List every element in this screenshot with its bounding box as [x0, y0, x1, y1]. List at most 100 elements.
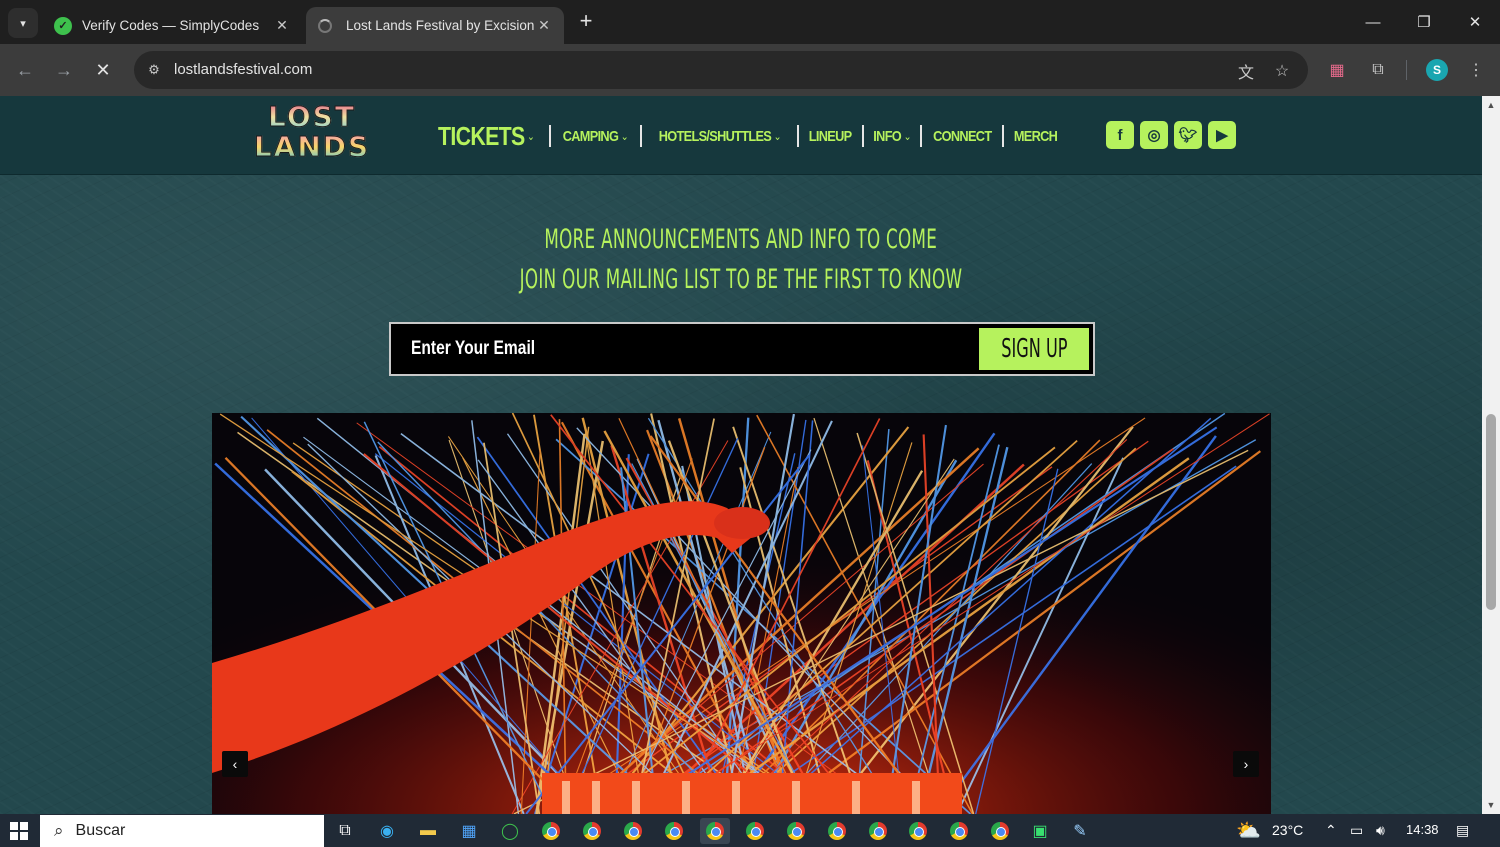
tab-title: Verify Codes — SimplyCodes: [82, 18, 260, 33]
page-scrollbar[interactable]: ▲ ▼: [1482, 96, 1500, 814]
slide-next-arrow-icon[interactable]: ›: [1233, 751, 1259, 777]
chrome-window-icon[interactable]: [536, 818, 566, 844]
nav-camping[interactable]: CAMPING ⌄: [554, 124, 636, 148]
nav-divider: [549, 125, 552, 147]
hero-slideshow-image: ‹ ›: [212, 413, 1271, 814]
stop-loading-icon[interactable]: ✕: [89, 56, 117, 84]
chrome-window-icon[interactable]: [822, 818, 852, 844]
chrome-window-icon[interactable]: [577, 818, 607, 844]
sign-up-button[interactable]: SIGN UP: [979, 328, 1089, 370]
tab-title: Lost Lands Festival by Excision |: [346, 18, 534, 33]
windows-start-icon[interactable]: [10, 822, 28, 840]
browser-toolbar: ← → ✕ ⚙ lostlandsfestival.com 文 ☆ ▦ ⧉ S …: [0, 44, 1500, 96]
email-input[interactable]: Enter Your Email: [411, 338, 535, 360]
task-view-icon[interactable]: ⧉: [330, 818, 360, 844]
extension-store-icon[interactable]: ▦: [1325, 58, 1349, 82]
menu-kebab-icon[interactable]: ⋮: [1464, 58, 1488, 82]
youtube-icon[interactable]: ▶: [1208, 121, 1236, 149]
chrome-window-icon[interactable]: [781, 818, 811, 844]
twitter-icon[interactable]: 🐦︎: [1174, 121, 1202, 149]
close-window-icon[interactable]: ✕: [1450, 0, 1500, 44]
lost-lands-logo[interactable]: LOST LANDS: [252, 101, 372, 166]
file-explorer-icon[interactable]: ▬: [413, 818, 443, 844]
translate-icon[interactable]: 文: [1235, 60, 1257, 82]
tab-lost-lands[interactable]: Lost Lands Festival by Excision | ✕: [306, 7, 564, 44]
chevron-down-icon: ⌄: [903, 130, 911, 143]
back-arrow-icon[interactable]: ←: [11, 56, 39, 84]
forward-arrow-icon[interactable]: →: [50, 56, 78, 84]
chrome-icon: [869, 822, 887, 840]
chrome-window-icon[interactable]: [618, 818, 648, 844]
chrome-icon: [909, 822, 927, 840]
slide-prev-arrow-icon[interactable]: ‹: [222, 751, 248, 777]
pen-icon[interactable]: ✎: [1065, 818, 1095, 844]
chrome-window-icon[interactable]: [944, 818, 974, 844]
address-bar[interactable]: ⚙ lostlandsfestival.com 文 ☆: [134, 51, 1308, 89]
nav-divider: [797, 125, 800, 147]
edge-icon[interactable]: ◉: [372, 818, 402, 844]
instagram-icon[interactable]: ◎: [1140, 121, 1168, 149]
browser-tabstrip: ▾ ✓ Verify Codes — SimplyCodes ✕ Lost La…: [0, 0, 1500, 44]
loading-spinner-icon: [318, 18, 332, 33]
logo-line-2: LANDS: [253, 130, 371, 163]
chevron-down-icon: ⌄: [620, 130, 629, 143]
close-tab-icon[interactable]: ✕: [534, 17, 554, 34]
scroll-down-icon[interactable]: ▼: [1486, 800, 1496, 810]
page-viewport: LOST LANDS TICKETS ⌄ CAMPING ⌄ HOTELS/SHUT…: [0, 96, 1482, 814]
extensions-puzzle-icon[interactable]: ⧉: [1366, 58, 1390, 82]
simplycodes-favicon-icon: ✓: [54, 16, 72, 35]
terminal-icon[interactable]: ▣: [1025, 818, 1055, 844]
main-nav: TICKETS ⌄ CAMPING ⌄ HOTELS/SHUTTLES ⌄ LINEU…: [438, 118, 1067, 154]
chrome-icon: [828, 822, 846, 840]
nav-connect[interactable]: CONNECT: [924, 124, 999, 148]
nav-info[interactable]: INFO ⌄: [864, 124, 918, 148]
toolbar-divider: [1406, 60, 1407, 80]
chrome-window-icon[interactable]: [659, 818, 689, 844]
nav-merch[interactable]: MERCH: [1005, 124, 1065, 148]
close-tab-icon[interactable]: ✕: [272, 17, 292, 34]
volume-icon[interactable]: 🔊︎: [1376, 822, 1385, 839]
bookmark-star-icon[interactable]: ☆: [1271, 60, 1293, 82]
chrome-window-icon[interactable]: [863, 818, 893, 844]
chrome-icon: [542, 822, 560, 840]
chrome-icon: [706, 822, 724, 840]
nav-label: CONNECT: [932, 127, 992, 145]
chevron-down-icon: ⌄: [527, 130, 535, 143]
mailing-list-form: Enter Your Email SIGN UP: [389, 322, 1095, 376]
whatsapp-icon[interactable]: ◯: [495, 818, 525, 844]
chevron-up-icon[interactable]: ⌃: [1325, 822, 1337, 839]
nav-label: INFO: [872, 127, 901, 145]
restore-icon[interactable]: ❐: [1399, 0, 1449, 44]
facebook-icon[interactable]: f: [1106, 121, 1134, 149]
weather-temp[interactable]: 23°C: [1272, 822, 1303, 838]
nav-divider: [1002, 125, 1005, 147]
nav-tickets[interactable]: TICKETS ⌄: [438, 121, 542, 151]
minimize-icon[interactable]: —: [1348, 0, 1398, 44]
chrome-icon: [746, 822, 764, 840]
store-icon[interactable]: ▦: [454, 818, 484, 844]
tab-verify-codes[interactable]: ✓ Verify Codes — SimplyCodes ✕: [44, 7, 302, 44]
chrome-window-icon[interactable]: [985, 818, 1015, 844]
url-text[interactable]: lostlandsfestival.com: [174, 61, 312, 78]
clock[interactable]: 14:38: [1406, 822, 1439, 837]
chrome-window-icon[interactable]: [740, 818, 770, 844]
tab-search-icon[interactable]: ▾: [8, 8, 38, 38]
site-info-icon[interactable]: ⚙: [144, 60, 164, 80]
new-tab-button[interactable]: +: [574, 10, 598, 34]
chrome-icon: [787, 822, 805, 840]
nav-label: TICKETS: [438, 120, 525, 151]
chrome-window-icon[interactable]: [903, 818, 933, 844]
nav-hotels-shuttles[interactable]: HOTELS/SHUTTLES ⌄: [650, 124, 789, 148]
nav-lineup[interactable]: LINEUP: [801, 124, 861, 148]
announcement-line-2: JOIN OUR MAILING LIST TO BE THE FIRST TO…: [519, 264, 963, 295]
taskbar-search[interactable]: ⌕ Buscar: [40, 815, 324, 847]
notifications-icon[interactable]: ▤: [1456, 822, 1469, 839]
profile-avatar[interactable]: S: [1426, 59, 1448, 81]
nav-label: CAMPING: [562, 127, 619, 145]
chevron-down-icon: ⌄: [773, 130, 781, 143]
scroll-up-icon[interactable]: ▲: [1486, 100, 1496, 110]
chrome-window-icon[interactable]: [700, 818, 730, 844]
nav-label: HOTELS/SHUTTLES: [658, 127, 771, 145]
scroll-thumb[interactable]: [1486, 414, 1496, 610]
network-icon[interactable]: ▭: [1350, 822, 1363, 839]
